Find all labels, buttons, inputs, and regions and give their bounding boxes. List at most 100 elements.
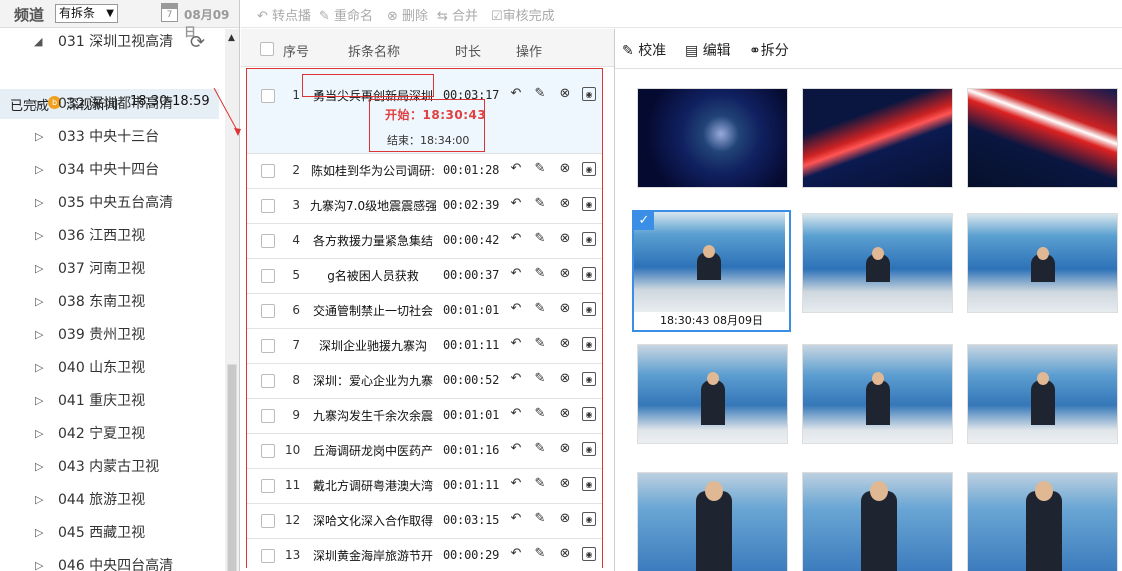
table-row[interactable]: 8 深圳：爱心企业为九寨 00:00:52 ↶ ✎ ⊗ ◉ <box>247 364 602 399</box>
channel-item[interactable]: ▷ 042 宁夏卫视 <box>0 421 225 454</box>
undo-icon[interactable]: ↶ <box>509 87 523 101</box>
merge-button[interactable]: ⇆ 合并 <box>437 5 478 24</box>
review-button[interactable]: ☑审核完成 <box>491 5 555 24</box>
expand-icon[interactable]: ▷ <box>35 223 43 249</box>
table-row[interactable]: 6 交通管制禁止一切社会 00:01:01 ↶ ✎ ⊗ ◉ <box>247 294 602 329</box>
row-title[interactable]: 丘海调研龙岗中医药产 <box>310 442 436 459</box>
row-checkbox[interactable] <box>261 374 275 388</box>
table-row[interactable]: 7 深圳企业驰援九寨沟 00:01:11 ↶ ✎ ⊗ ◉ <box>247 329 602 364</box>
record-icon[interactable]: ◉ <box>582 162 596 176</box>
channel-item[interactable]: ▷ 038 东南卫视 <box>0 289 225 322</box>
refresh-icon[interactable]: ⟳ <box>190 33 205 53</box>
delete-icon[interactable]: ⊗ <box>558 87 572 101</box>
row-checkbox[interactable] <box>261 89 275 103</box>
channel-item[interactable]: ▷ 045 西藏卫视 <box>0 520 225 553</box>
scroll-up-icon[interactable]: ▲ <box>228 33 235 43</box>
expand-icon[interactable]: ▷ <box>35 355 43 381</box>
expand-icon[interactable]: ▷ <box>35 157 43 183</box>
channel-item[interactable]: ▷ 032 深圳都市高清 <box>0 91 225 124</box>
undo-icon[interactable]: ↶ <box>509 477 523 491</box>
edit-icon[interactable]: ✎ <box>533 87 547 101</box>
record-icon[interactable]: ◉ <box>582 372 596 386</box>
row-title[interactable]: 各方救援力量紧急集结 <box>310 232 436 249</box>
delete-icon[interactable]: ⊗ <box>558 512 572 526</box>
table-row[interactable]: 2 陈如桂到华为公司调研: 00:01:28 ↶ ✎ ⊗ ◉ <box>247 154 602 189</box>
delete-icon[interactable]: ⊗ <box>558 337 572 351</box>
undo-icon[interactable]: ↶ <box>509 162 523 176</box>
row-checkbox[interactable] <box>261 199 275 213</box>
table-row[interactable]: 12 深哈文化深入合作取得 00:03:15 ↶ ✎ ⊗ ◉ <box>247 504 602 539</box>
channel-item[interactable]: ▷ 039 贵州卫视 <box>0 322 225 355</box>
channel-item[interactable]: ▷ 035 中央五台高清 <box>0 190 225 223</box>
table-row[interactable]: 5 g名被困人员获救 00:00:37 ↶ ✎ ⊗ ◉ <box>247 259 602 294</box>
delete-button[interactable]: ⊗ 删除 <box>387 5 428 24</box>
delete-icon[interactable]: ⊗ <box>558 162 572 176</box>
expand-icon[interactable]: ▷ <box>35 124 43 150</box>
table-row[interactable]: 1 勇当尖兵再创新局深圳 00:03:17 ↶ ✎ ⊗ ◉ 开始：18:30:43 结束：18:… <box>247 69 602 154</box>
row-title[interactable]: 交通管制禁止一切社会 <box>310 302 436 319</box>
edit-icon[interactable]: ✎ <box>533 407 547 421</box>
expand-icon[interactable]: ▷ <box>35 487 43 513</box>
channel-item[interactable]: ▷ 046 中央四台高清 <box>0 553 225 571</box>
undo-icon[interactable]: ↶ <box>509 372 523 386</box>
undo-icon[interactable]: ↶ <box>509 407 523 421</box>
record-icon[interactable]: ◉ <box>582 512 596 526</box>
expand-icon[interactable]: ▷ <box>35 388 43 414</box>
undo-icon[interactable]: ↶ <box>509 337 523 351</box>
expand-icon[interactable]: ▷ <box>35 553 43 571</box>
record-icon[interactable]: ◉ <box>582 302 596 316</box>
undo-icon[interactable]: ↶ <box>509 547 523 561</box>
edit-icon[interactable]: ✎ <box>533 197 547 211</box>
channel-item[interactable]: ▷ 033 中央十三台 <box>0 124 225 157</box>
edit-icon[interactable]: ✎ <box>533 547 547 561</box>
delete-icon[interactable]: ⊗ <box>558 407 572 421</box>
expand-icon[interactable]: ▷ <box>35 256 43 282</box>
thumbnail[interactable] <box>802 472 953 571</box>
edit-icon[interactable]: ✎ <box>533 267 547 281</box>
undo-icon[interactable]: ↶ <box>509 512 523 526</box>
row-checkbox[interactable] <box>261 549 275 563</box>
undo-icon[interactable]: ↶ <box>509 442 523 456</box>
row-checkbox[interactable] <box>261 164 275 178</box>
row-title[interactable]: 深圳黄金海岸旅游节开 <box>310 547 436 564</box>
row-title[interactable]: 九寨沟发生千余次余震 <box>310 407 436 424</box>
edit-icon[interactable]: ✎ <box>533 372 547 386</box>
table-row[interactable]: 13 深圳黄金海岸旅游节开 00:00:29 ↶ ✎ ⊗ ◉ <box>247 539 602 571</box>
split-button[interactable]: ⚭拆分 <box>749 40 789 60</box>
edit-icon[interactable]: ✎ <box>533 232 547 246</box>
record-icon[interactable]: ◉ <box>582 267 596 281</box>
edit-icon[interactable]: ✎ <box>533 162 547 176</box>
edit-icon[interactable]: ✎ <box>533 477 547 491</box>
undo-icon[interactable]: ↶ <box>509 232 523 246</box>
thumbnail[interactable] <box>967 88 1118 188</box>
row-checkbox[interactable] <box>261 444 275 458</box>
transfer-button[interactable]: ↶ 转点播 <box>257 5 311 24</box>
row-checkbox[interactable] <box>261 514 275 528</box>
thumbnail[interactable] <box>802 213 953 313</box>
row-checkbox[interactable] <box>261 409 275 423</box>
row-title[interactable]: 九寨沟7.0级地震震感强 <box>310 197 436 214</box>
record-icon[interactable]: ◉ <box>582 87 596 101</box>
channel-item[interactable]: ▷ 043 内蒙古卫视 <box>0 454 225 487</box>
delete-icon[interactable]: ⊗ <box>558 267 572 281</box>
thumbnail[interactable] <box>967 213 1118 313</box>
rename-button[interactable]: ✎ 重命名 <box>319 5 373 24</box>
channel-item[interactable]: ▷ 041 重庆卫视 <box>0 388 225 421</box>
record-icon[interactable]: ◉ <box>582 337 596 351</box>
table-row[interactable]: 10 丘海调研龙岗中医药产 00:01:16 ↶ ✎ ⊗ ◉ <box>247 434 602 469</box>
delete-icon[interactable]: ⊗ <box>558 477 572 491</box>
table-row[interactable]: 11 戴北方调研粤港澳大湾 00:01:11 ↶ ✎ ⊗ ◉ <box>247 469 602 504</box>
row-title[interactable]: 深哈文化深入合作取得 <box>310 512 436 529</box>
record-icon[interactable]: ◉ <box>582 197 596 211</box>
thumbnail[interactable] <box>637 88 788 188</box>
row-title[interactable]: 深圳企业驰援九寨沟 <box>310 337 436 354</box>
edit-icon[interactable]: ✎ <box>533 442 547 456</box>
select-all-checkbox[interactable] <box>260 42 274 56</box>
edit-icon[interactable]: ✎ <box>533 337 547 351</box>
expand-icon[interactable]: ▷ <box>35 289 43 315</box>
expand-icon[interactable]: ▷ <box>35 520 43 546</box>
delete-icon[interactable]: ⊗ <box>558 372 572 386</box>
delete-icon[interactable]: ⊗ <box>558 547 572 561</box>
expand-icon[interactable]: ▷ <box>35 91 43 117</box>
expand-icon[interactable]: ▷ <box>35 421 43 447</box>
